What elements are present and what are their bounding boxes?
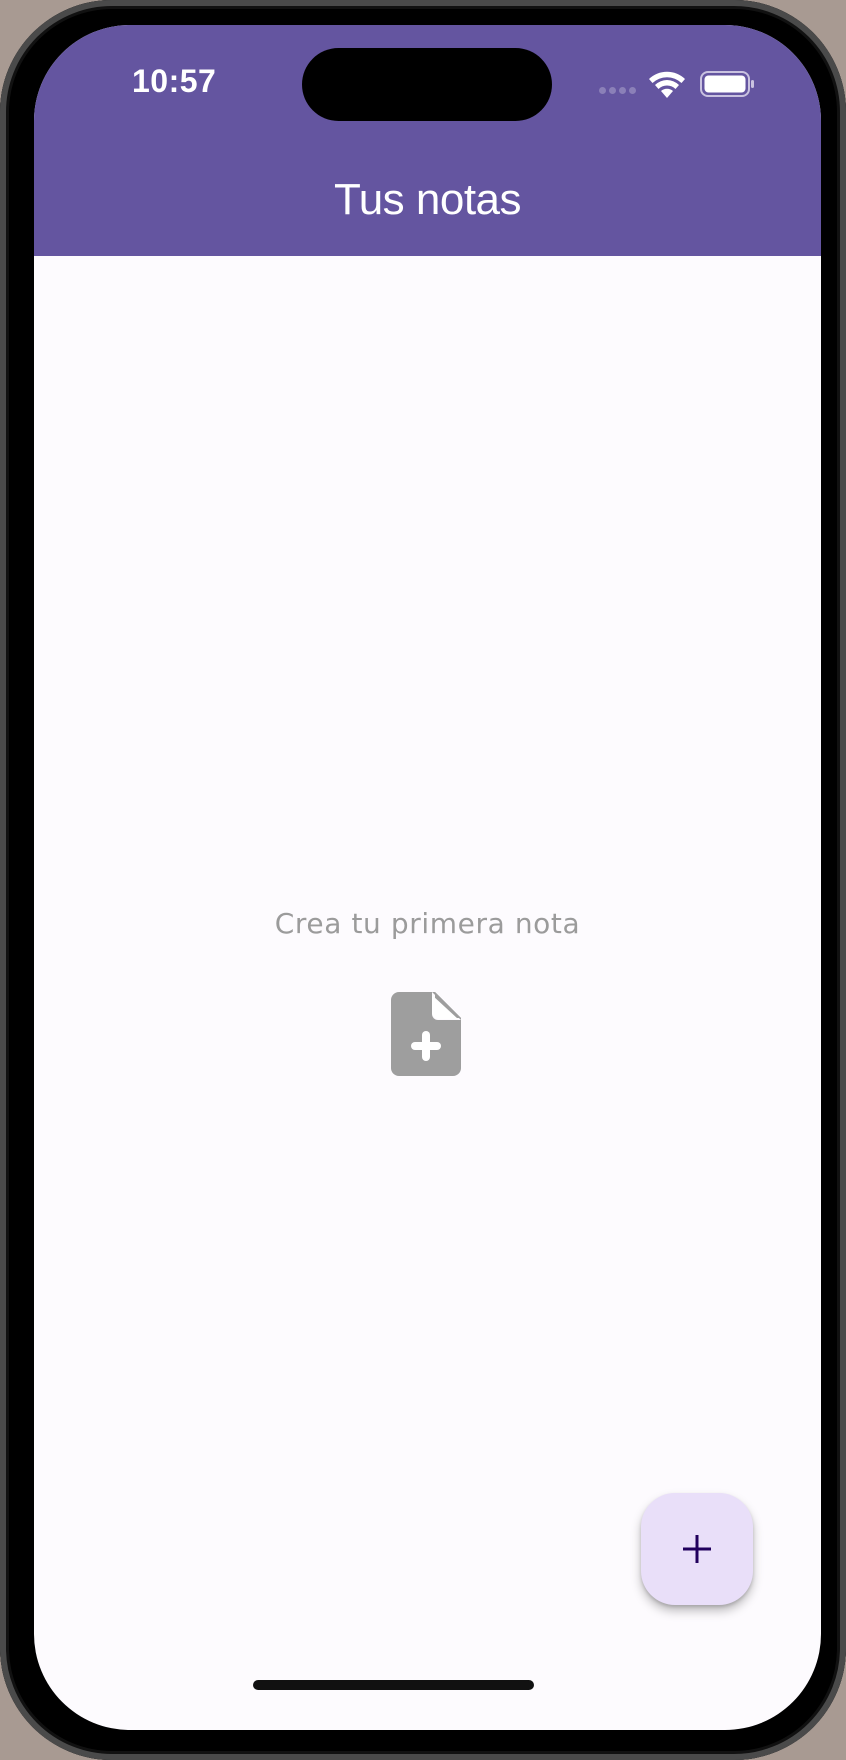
battery-icon [700,71,754,97]
status-time: 10:57 [132,63,217,99]
app-bar: 10:57 Tus notas [34,25,821,256]
dynamic-island [302,48,552,121]
screen: 10:57 Tus notas Crea tu primera nota [34,25,821,1730]
home-indicator[interactable] [253,1680,534,1690]
page-title: Tus notas [333,175,522,224]
empty-state-message: Crea tu primera nota [274,907,581,940]
wifi-icon [649,71,685,98]
note-add-icon [391,992,461,1076]
add-icon [683,1535,711,1563]
cellular-signal-icon [599,87,639,95]
add-note-button[interactable] [641,1493,753,1605]
